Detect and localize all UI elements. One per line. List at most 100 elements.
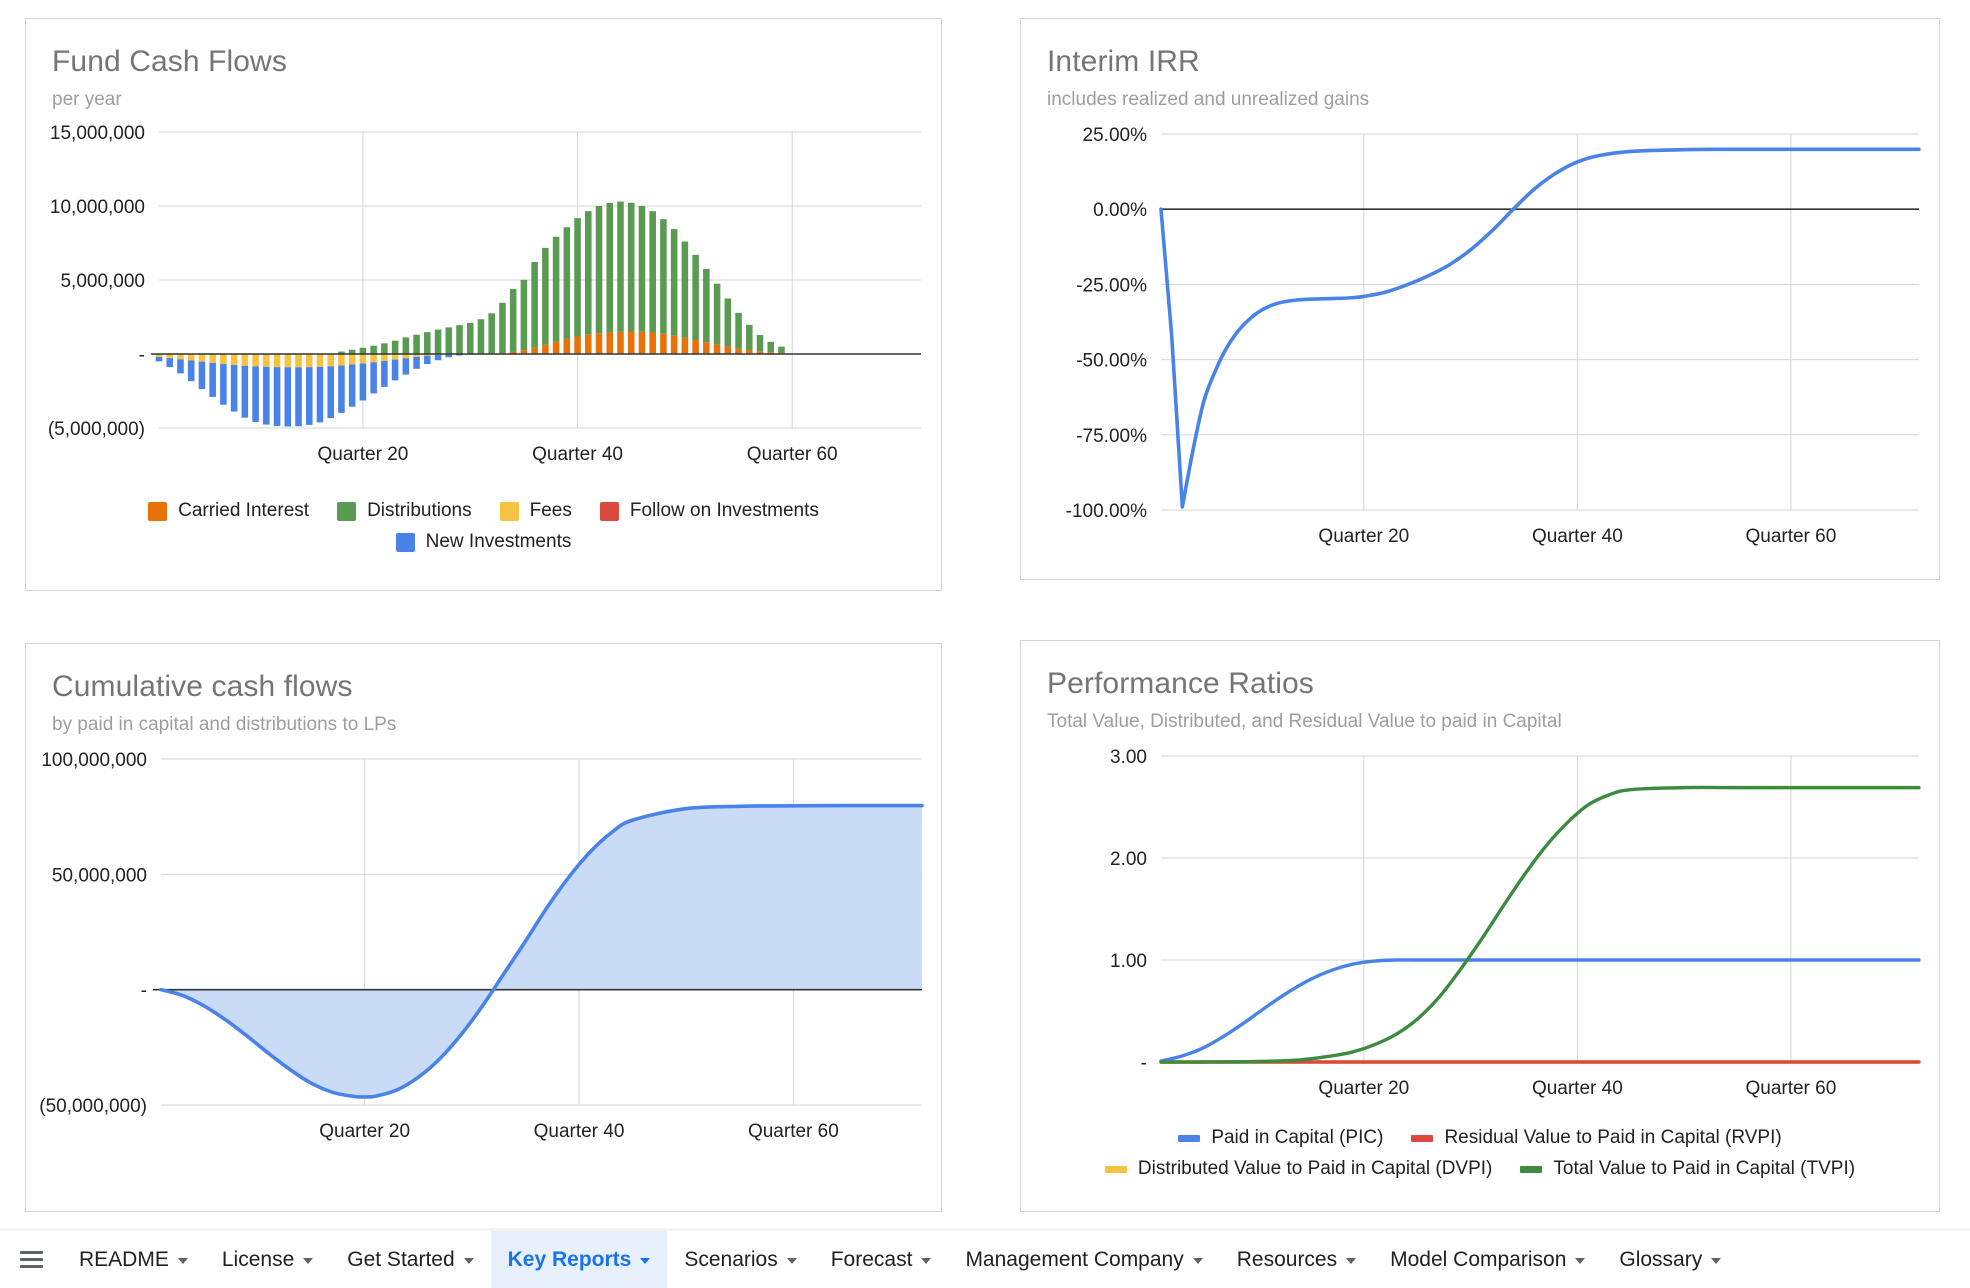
legend-color-swatch	[1178, 1134, 1201, 1142]
chevron-down-icon[interactable]	[463, 1257, 474, 1264]
legend-item[interactable]: Residual Value to Paid in Capital (RVPI)	[1411, 1127, 1782, 1149]
svg-text:100,000,000: 100,000,000	[41, 750, 147, 771]
svg-text:Quarter 20: Quarter 20	[319, 1121, 410, 1142]
chart-title: Fund Cash Flows	[52, 45, 287, 78]
svg-text:2.00: 2.00	[1110, 849, 1147, 870]
sheet-tab-management-company[interactable]: Management Company	[948, 1231, 1219, 1288]
sheet-tab-readme[interactable]: README	[62, 1231, 205, 1288]
chevron-down-icon[interactable]	[1575, 1257, 1586, 1264]
legend-item-label: Distributed Value to Paid in Capital (DV…	[1137, 1158, 1493, 1180]
chart-title: Interim IRR	[1047, 45, 1200, 78]
sheet-tab-label: Scenarios	[684, 1247, 778, 1271]
sheet-tab-bar: README License Get Started Key Reports Scena…	[0, 1228, 1970, 1288]
svg-text:-100.00%: -100.00%	[1066, 501, 1147, 522]
sheet-tab-label: License	[221, 1247, 295, 1271]
sheet-tab-label: Resources	[1236, 1247, 1338, 1271]
sheet-tab-scenarios[interactable]: Scenarios	[667, 1231, 813, 1288]
svg-text:15,000,000: 15,000,000	[50, 123, 145, 144]
legend-item[interactable]: Distributions	[337, 500, 472, 522]
svg-text:50,000,000: 50,000,000	[52, 866, 147, 887]
chevron-down-icon[interactable]	[640, 1257, 651, 1264]
legend-item[interactable]: Fees	[499, 500, 572, 522]
sheet-tab-model-comparison[interactable]: Model Comparison	[1373, 1231, 1602, 1288]
chevron-down-icon[interactable]	[1346, 1257, 1357, 1264]
svg-text:Quarter 20: Quarter 20	[318, 444, 409, 465]
chevron-down-icon[interactable]	[1192, 1257, 1203, 1264]
legend-item-label: Distributions	[367, 500, 472, 522]
svg-text:0.00%: 0.00%	[1093, 201, 1147, 222]
sheet-tab-resources[interactable]: Resources	[1220, 1231, 1373, 1288]
chart-panel-fund-cash-flows[interactable]: Fund Cash Flows per year 15,000,000 10,00…	[25, 18, 942, 591]
chart-title: Performance Ratios	[1047, 667, 1314, 700]
svg-text:Quarter 60: Quarter 60	[747, 444, 838, 465]
sheet-tab-license[interactable]: License	[205, 1231, 330, 1288]
chart-panel-interim-irr[interactable]: Interim IRR includes realized and unreal…	[1020, 18, 1940, 580]
sheet-tab-label: Model Comparison	[1390, 1247, 1567, 1271]
sheet-tab-label: Glossary	[1619, 1247, 1703, 1271]
legend-item[interactable]: Paid in Capital (PIC)	[1178, 1127, 1383, 1149]
legend-item-label: Fees	[529, 500, 572, 522]
plot-area-cumulative-cash-flows: 100,000,000 50,000,000 - (50,000,000) Quarte…	[26, 735, 941, 1190]
svg-text:-25.00%: -25.00%	[1076, 276, 1147, 297]
chevron-down-icon[interactable]	[303, 1257, 314, 1264]
legend-color-swatch	[599, 501, 619, 521]
svg-text:10,000,000: 10,000,000	[50, 197, 145, 218]
legend-color-swatch	[395, 532, 415, 552]
sheet-tab-label: Forecast	[830, 1247, 913, 1271]
sheet-tab-label: Get Started	[347, 1247, 455, 1271]
sheet-tab-label: README	[79, 1247, 169, 1271]
sheet-tab-glossary[interactable]: Glossary	[1602, 1231, 1738, 1288]
legend-item[interactable]: Distributed Value to Paid in Capital (DV…	[1104, 1158, 1493, 1180]
chevron-down-icon[interactable]	[1711, 1257, 1722, 1264]
chart-panel-performance-ratios[interactable]: Performance Ratios Total Value, Distribu…	[1020, 640, 1940, 1212]
svg-text:Quarter 20: Quarter 20	[1318, 526, 1409, 547]
svg-text:1.00: 1.00	[1110, 951, 1147, 972]
sheet-tab-forecast[interactable]: Forecast	[814, 1231, 949, 1288]
report-page: Fund Cash Flows per year 15,000,000 10,00…	[0, 0, 1970, 1288]
plot-area-interim-irr: 25.00% 0.00% -25.00% -50.00% -75.00% -100.00%…	[1021, 110, 1939, 560]
chevron-down-icon[interactable]	[786, 1257, 797, 1264]
chart-subtitle: per year	[52, 88, 122, 110]
legend-item-label: Total Value to Paid in Capital (TVPI)	[1553, 1158, 1856, 1180]
svg-text:-: -	[139, 345, 145, 366]
chart-subtitle: Total Value, Distributed, and Residual V…	[1047, 710, 1562, 732]
legend-item[interactable]: New Investments	[395, 531, 572, 553]
legend-item-label: New Investments	[425, 531, 572, 553]
plot-area-fund-cash-flows: 15,000,000 10,000,000 5,000,000 - (5,000,000…	[26, 110, 941, 500]
svg-text:-75.00%: -75.00%	[1076, 426, 1147, 447]
chart-subtitle: by paid in capital and distributions to …	[52, 713, 397, 735]
hamburger-icon[interactable]	[0, 1231, 62, 1288]
svg-text:Quarter 60: Quarter 60	[1745, 1078, 1836, 1099]
svg-text:-: -	[1141, 1053, 1147, 1074]
sheet-tab-label: Management Company	[965, 1247, 1184, 1271]
legend-item-label: Paid in Capital (PIC)	[1211, 1127, 1384, 1149]
plot-area-performance-ratios: 3.00 2.00 1.00 - Quarter 20 Quarter 40 Quarter…	[1021, 732, 1939, 1127]
svg-text:Quarter 60: Quarter 60	[1745, 526, 1836, 547]
svg-text:Quarter 40: Quarter 40	[534, 1121, 625, 1142]
chart-legend-fund-cash-flows: Carried Interest Distributions Fees Follow …	[26, 500, 941, 553]
sheet-tab-label: Key Reports	[507, 1247, 632, 1271]
legend-item[interactable]: Follow on Investments	[599, 500, 819, 522]
chevron-down-icon[interactable]	[177, 1257, 188, 1264]
chevron-down-icon[interactable]	[921, 1257, 932, 1264]
svg-text:(50,000,000): (50,000,000)	[39, 1096, 147, 1117]
legend-item[interactable]: Total Value to Paid in Capital (TVPI)	[1520, 1158, 1855, 1180]
sheet-tab-get-started[interactable]: Get Started	[330, 1231, 490, 1288]
sheet-tab-key-reports[interactable]: Key Reports	[490, 1231, 668, 1288]
svg-text:Quarter 40: Quarter 40	[532, 444, 623, 465]
chart-panel-cumulative-cash-flows[interactable]: Cumulative cash flows by paid in capital…	[25, 643, 942, 1212]
svg-text:-50.00%: -50.00%	[1076, 351, 1147, 372]
sheet-bar-divider	[0, 1228, 1970, 1231]
chart-legend-performance-ratios: Paid in Capital (PIC) Residual Value to P…	[1021, 1127, 1939, 1180]
svg-text:Quarter 60: Quarter 60	[748, 1121, 839, 1142]
legend-color-swatch	[337, 501, 357, 521]
legend-item-label: Residual Value to Paid in Capital (RVPI)	[1444, 1127, 1782, 1149]
svg-text:Quarter 20: Quarter 20	[1318, 1078, 1409, 1099]
chart-title: Cumulative cash flows	[52, 670, 353, 703]
legend-item-label: Carried Interest	[178, 500, 310, 522]
legend-color-swatch	[499, 501, 519, 521]
legend-item[interactable]: Carried Interest	[148, 500, 309, 522]
legend-color-swatch	[1520, 1165, 1543, 1173]
legend-color-swatch	[1104, 1165, 1127, 1173]
svg-text:3.00: 3.00	[1110, 747, 1147, 768]
